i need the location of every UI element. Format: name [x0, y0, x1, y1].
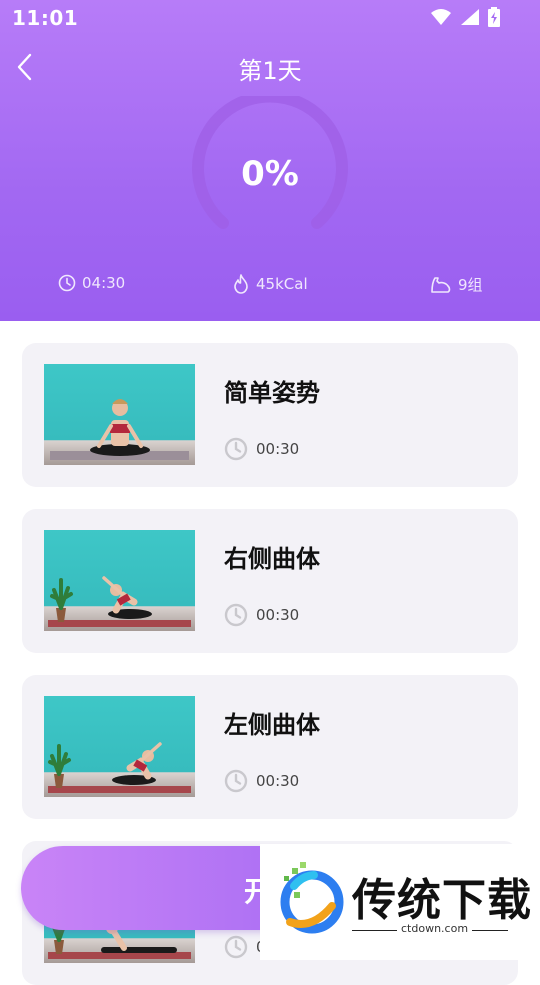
stat-duration-value: 04:30	[82, 274, 126, 292]
progress-ring: 0%	[190, 90, 350, 256]
status-time: 11:01	[12, 6, 79, 30]
watermark-brand: 传统下载	[352, 875, 532, 926]
clock-icon	[224, 437, 248, 461]
clock-icon	[224, 935, 248, 959]
watermark-url: ctdown.com	[397, 922, 473, 935]
stat-groups-value: 9组	[458, 276, 483, 294]
progress-percent: 0%	[241, 154, 299, 194]
clock-icon	[224, 769, 248, 793]
arm-muscle-icon	[431, 276, 451, 293]
stat-groups: 9组	[430, 274, 483, 295]
exercise-name: 简单姿势	[224, 379, 320, 407]
exercise-duration-value: 00:30	[256, 606, 300, 624]
exercise-duration: 00:30	[224, 437, 299, 461]
exercise-name: 左侧曲体	[224, 711, 320, 739]
page-title: 第1天	[238, 57, 302, 85]
exercise-duration: 00:30	[224, 769, 299, 793]
watermark: 传统下载 ctdown.com	[260, 844, 540, 960]
ctdown-logo-icon	[280, 862, 344, 934]
battery-icon	[488, 7, 500, 27]
signal-icon	[461, 9, 479, 25]
yoga-figure-image	[48, 742, 191, 793]
stat-calories: 45kCal	[232, 274, 308, 294]
exercise-name: 右侧曲体	[224, 545, 320, 573]
exercise-duration: 00:30	[224, 603, 299, 627]
exercise-duration-value: 00:30	[256, 440, 300, 458]
wifi-icon	[431, 9, 451, 25]
yoga-figure-image	[48, 576, 191, 627]
exercise-thumbnail	[44, 530, 195, 631]
exercise-thumbnail	[44, 364, 195, 465]
exercise-card[interactable]: 简单姿势 00:30	[22, 343, 518, 487]
clock-icon	[224, 603, 248, 627]
status-icons	[430, 7, 500, 27]
header: 11:01 第1天 0% 04:30 45kCal 9组	[0, 0, 540, 321]
yoga-figure-image	[50, 399, 189, 460]
stat-calories-value: 45kCal	[256, 275, 308, 293]
exercise-duration-value: 00:30	[256, 772, 300, 790]
clock-icon	[58, 274, 76, 292]
exercise-card[interactable]: 左侧曲体 00:30	[22, 675, 518, 819]
flame-icon	[234, 274, 248, 294]
stat-duration: 04:30	[58, 274, 125, 292]
status-bar: 11:01	[0, 0, 540, 36]
exercise-card[interactable]: 右侧曲体 00:30	[22, 509, 518, 653]
exercise-thumbnail	[44, 696, 195, 797]
